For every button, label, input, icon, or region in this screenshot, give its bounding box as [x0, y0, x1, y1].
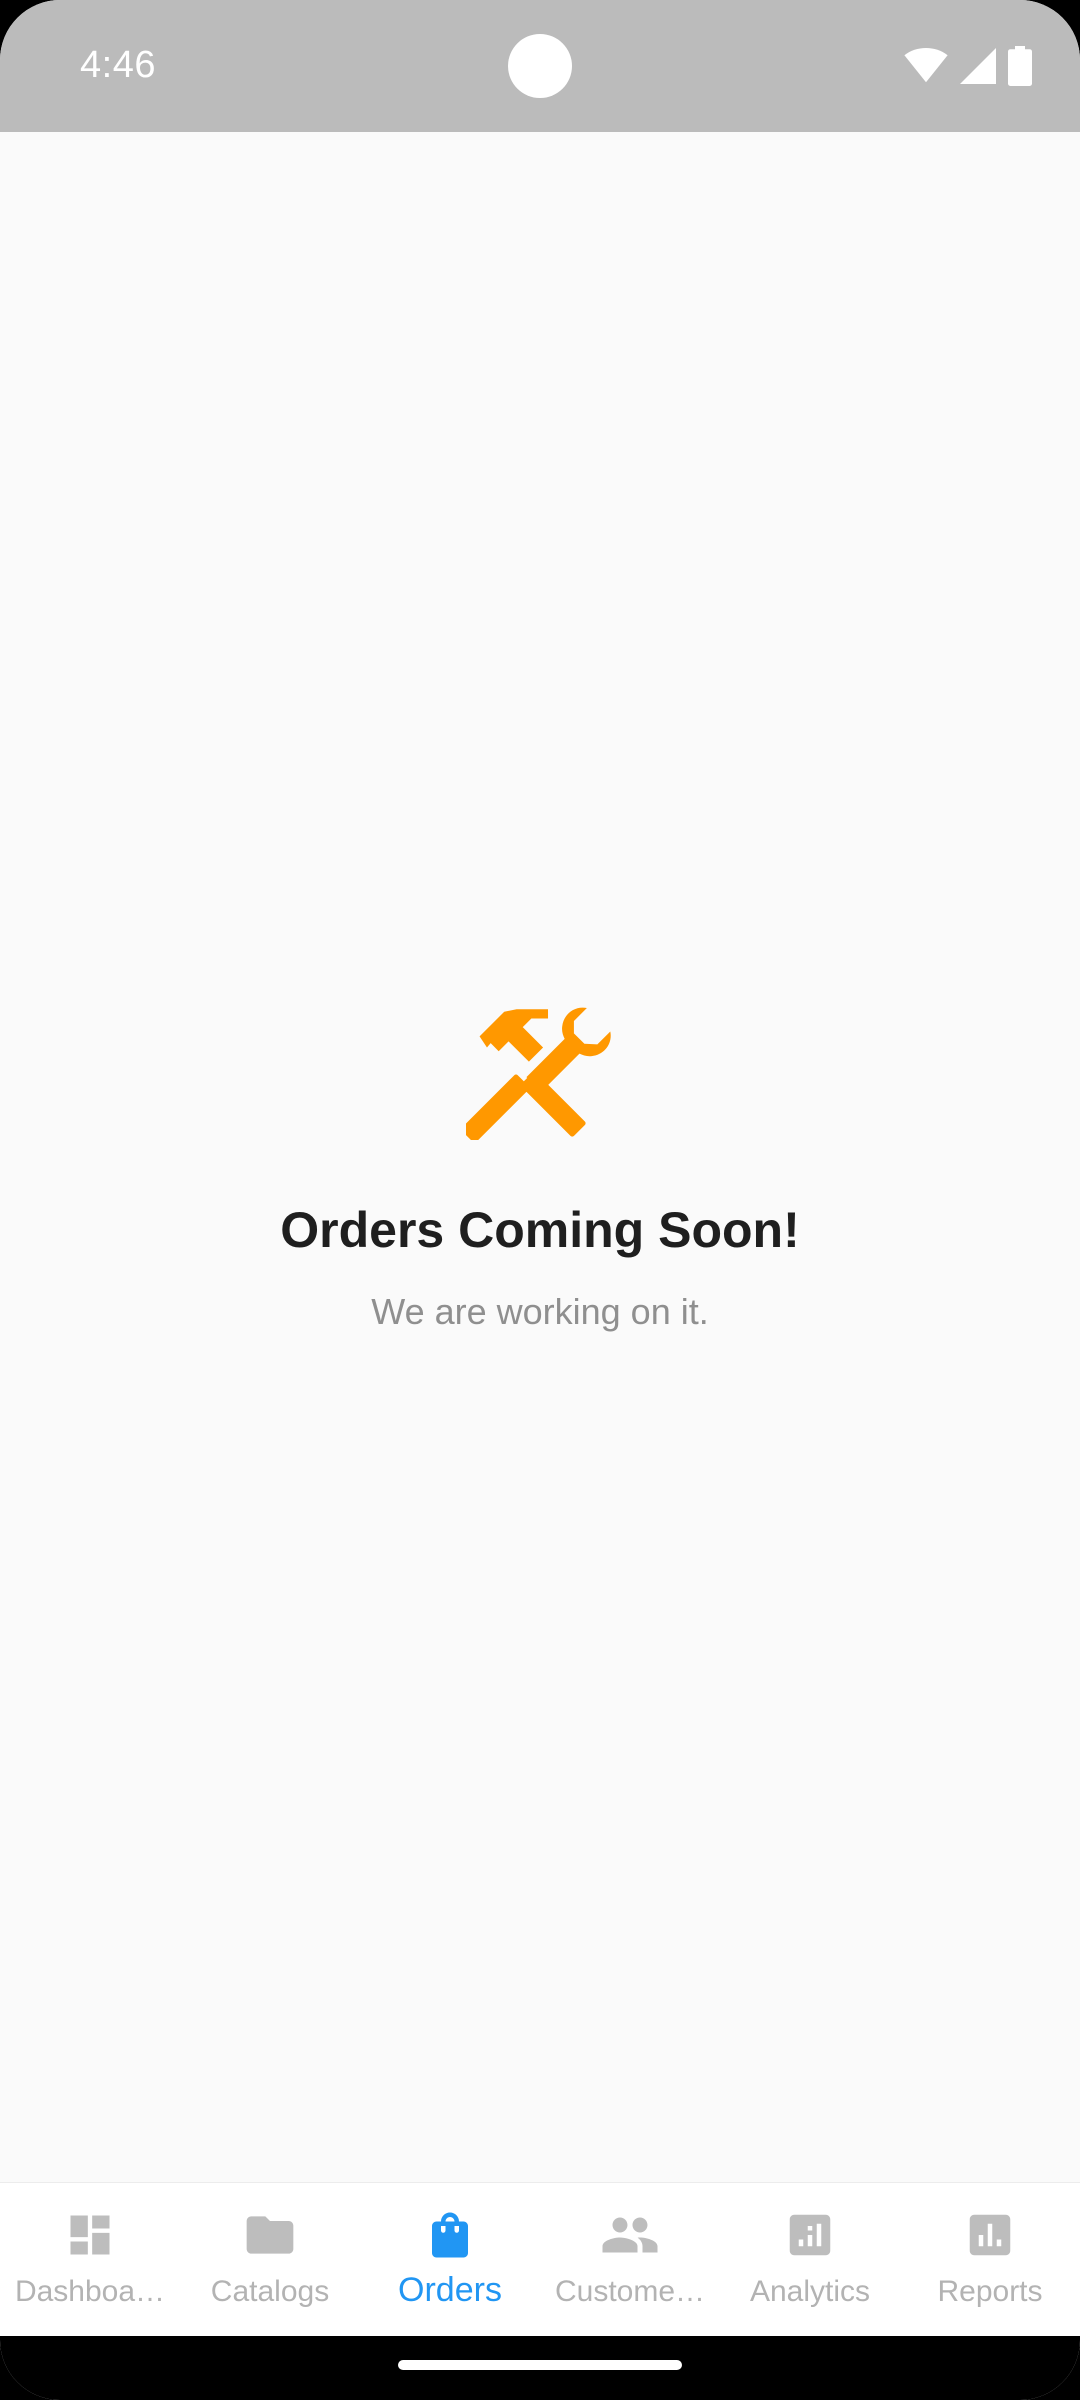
cellular-signal-icon	[960, 48, 996, 84]
gesture-navigation-bar	[0, 2336, 1080, 2400]
bar-chart-icon	[960, 2205, 1020, 2265]
wifi-icon	[904, 48, 948, 84]
status-time: 4:46	[80, 44, 156, 86]
people-icon	[600, 2205, 660, 2265]
shopping-bag-icon	[420, 2205, 480, 2265]
camera-cutout	[508, 34, 572, 98]
battery-icon	[1008, 46, 1032, 86]
empty-state-subtitle: We are working on it.	[371, 1291, 709, 1332]
dashboard-icon	[60, 2205, 120, 2265]
home-indicator[interactable]	[398, 2360, 682, 2370]
orders-page: Orders Coming Soon! We are working on it…	[0, 132, 1080, 2182]
tools-icon	[466, 1007, 611, 1140]
nav-label: Catalogs	[210, 2275, 330, 2308]
coming-soon-empty-state: Orders Coming Soon! We are working on it…	[0, 992, 1080, 1334]
folder-icon	[240, 2205, 300, 2265]
empty-state-title: Orders Coming Soon!	[280, 1202, 800, 1258]
nav-item-reports[interactable]: Reports	[900, 2183, 1080, 2337]
app-screen: 4:46 Orders Coming Soon! We are working …	[0, 0, 1080, 2400]
status-bar: 4:46	[0, 0, 1080, 132]
nav-item-customers[interactable]: Custome…	[540, 2183, 720, 2337]
bottom-navigation: Dashboa… Catalogs Orders Custome… Analyt…	[0, 2182, 1080, 2337]
nav-label: Dashboa…	[14, 2275, 166, 2308]
nav-item-dashboard[interactable]: Dashboa…	[0, 2183, 180, 2337]
nav-label: Custome…	[554, 2275, 706, 2308]
nav-item-catalogs[interactable]: Catalogs	[180, 2183, 360, 2337]
nav-label: Analytics	[749, 2275, 871, 2308]
nav-item-orders[interactable]: Orders	[360, 2183, 540, 2337]
nav-item-analytics[interactable]: Analytics	[720, 2183, 900, 2337]
analytics-icon	[780, 2205, 840, 2265]
nav-label: Orders	[398, 2271, 502, 2309]
nav-label: Reports	[937, 2275, 1043, 2308]
status-icons	[904, 44, 1032, 88]
